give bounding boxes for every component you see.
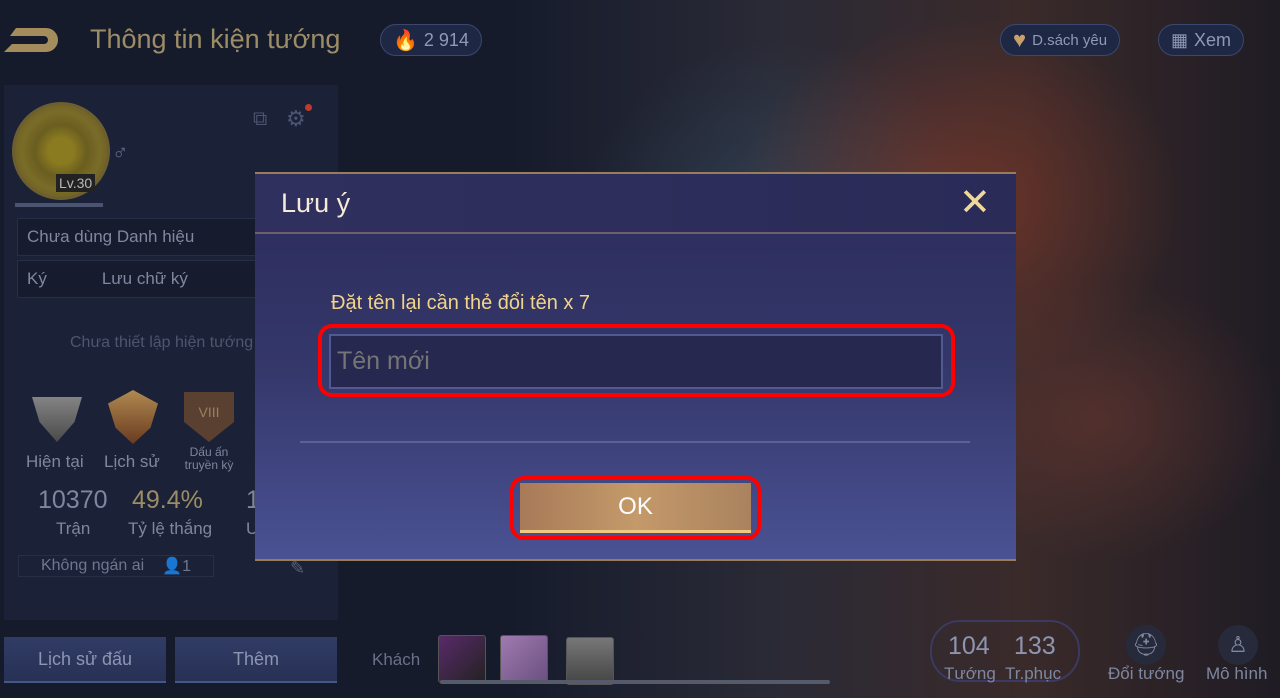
relation-text: Không ngán ai bbox=[40, 557, 145, 574]
more-label: Thêm bbox=[232, 648, 279, 669]
edit-pencil-icon[interactable]: ✎ bbox=[290, 558, 305, 579]
person-icon: 👤1 bbox=[162, 558, 192, 575]
matches-value: 10370 bbox=[38, 486, 108, 514]
dialog-header bbox=[255, 174, 1016, 234]
legendary-mark-label: Dấu ấn truyền kỳ bbox=[184, 445, 234, 472]
model-label[interactable]: Mô hình bbox=[1206, 664, 1267, 684]
change-hero-label[interactable]: Đổi tướng bbox=[1108, 664, 1184, 684]
view-button[interactable]: ▦ Xem bbox=[1158, 24, 1245, 56]
legendary-mark-badge: VIII bbox=[198, 404, 220, 420]
favorites-button[interactable]: ♥ D.sách yêu bbox=[1000, 24, 1121, 56]
heroes-count: 104 bbox=[948, 632, 990, 660]
currency-badge: 🔥 2 914 bbox=[380, 24, 482, 56]
settings-gear-icon[interactable]: ⚙ bbox=[286, 106, 306, 132]
skins-count: 133 bbox=[1014, 632, 1056, 660]
winrate-label: Tỷ lệ thắng bbox=[128, 519, 213, 538]
dialog-message: Đặt tên lại cần thẻ đổi tên x 7 bbox=[331, 292, 591, 314]
new-name-input[interactable] bbox=[329, 334, 943, 389]
match-history-button[interactable]: Lịch sử đấu bbox=[4, 637, 166, 683]
match-history-label: Lịch sử đấu bbox=[37, 648, 133, 669]
title-row[interactable]: Chưa dùng Danh hiệu bbox=[17, 218, 262, 256]
guest-scrollbar[interactable] bbox=[440, 680, 830, 684]
skins-label: Tr.phục bbox=[1005, 664, 1062, 683]
dialog-divider bbox=[300, 441, 970, 443]
hero-unset-text: Chưa thiết lập hiện tướng bbox=[70, 334, 254, 351]
close-icon[interactable]: ✕ bbox=[959, 184, 991, 222]
relation-tag[interactable]: Không ngán ai 👤1 bbox=[18, 555, 214, 577]
grid-icon: ▦ bbox=[1171, 29, 1189, 50]
dialog-title: Lưu ý bbox=[281, 188, 351, 218]
back-button[interactable] bbox=[2, 24, 62, 56]
guest-avatar[interactable] bbox=[566, 637, 614, 685]
ok-button[interactable]: OK bbox=[520, 483, 751, 533]
copy-icon[interactable]: ⧉ bbox=[253, 108, 267, 131]
matches-label: Trận bbox=[56, 519, 91, 538]
signature-row[interactable]: Ký Lưu chữ ký bbox=[17, 260, 262, 298]
heroes-label: Tướng bbox=[944, 664, 996, 683]
guests-label: Khách bbox=[372, 650, 421, 669]
notification-dot bbox=[305, 104, 312, 111]
rank-current-label: Hiện tại bbox=[26, 452, 84, 471]
back-arrow-icon bbox=[4, 28, 58, 52]
fire-icon: 🔥 bbox=[393, 29, 418, 52]
ok-label: OK bbox=[618, 492, 653, 520]
view-label: Xem bbox=[1194, 29, 1232, 50]
favorites-label: D.sách yêu bbox=[1032, 31, 1108, 49]
guest-avatar[interactable] bbox=[500, 635, 548, 683]
page-title: Thông tin kiện tướng bbox=[90, 24, 341, 54]
winrate-value: 49.4% bbox=[132, 486, 203, 514]
rename-dialog: Lưu ý ✕ Đặt tên lại cần thẻ đổi tên x 7 … bbox=[255, 172, 1016, 561]
currency-value: 2 914 bbox=[423, 29, 469, 50]
guest-avatar[interactable] bbox=[438, 635, 486, 683]
relation-count: 1 bbox=[182, 558, 192, 575]
model-icon[interactable]: ♙ bbox=[1218, 625, 1258, 665]
level-badge: Lv.30 bbox=[56, 174, 96, 192]
title-text: Chưa dùng Danh hiệu bbox=[27, 227, 195, 246]
signature-label: Ký bbox=[27, 269, 47, 288]
male-icon: ♂ bbox=[112, 140, 129, 165]
heart-icon: ♥ bbox=[1013, 27, 1027, 52]
more-button[interactable]: Thêm bbox=[175, 637, 337, 683]
signature-value: Lưu chữ ký bbox=[101, 269, 188, 288]
rank-history-label: Lịch sử bbox=[104, 452, 160, 471]
helmet-icon[interactable]: ⛑ bbox=[1126, 625, 1166, 665]
exp-bar bbox=[15, 203, 103, 207]
